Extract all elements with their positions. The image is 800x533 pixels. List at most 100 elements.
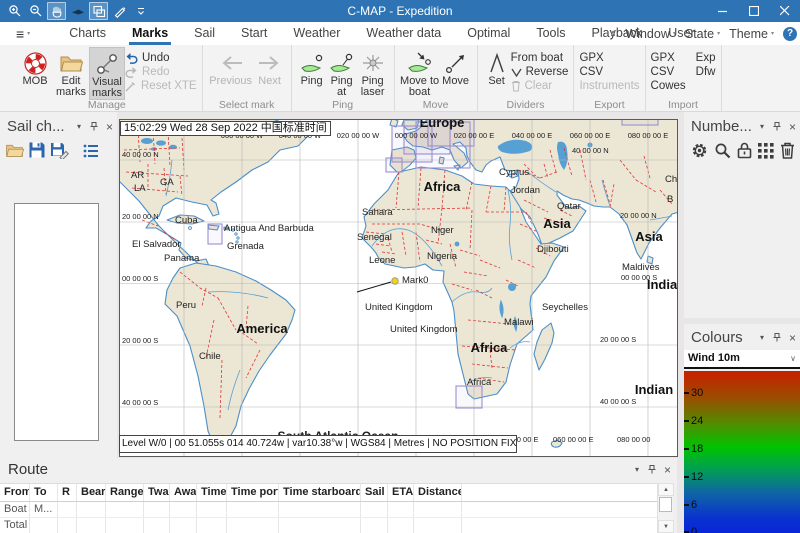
tab-marks[interactable]: Marks: [119, 22, 181, 45]
boat-icon[interactable]: [68, 2, 87, 20]
panel-close-icon[interactable]: ×: [106, 122, 113, 132]
tab-weather-data[interactable]: Weather data: [353, 22, 454, 45]
search-icon[interactable]: [714, 142, 731, 159]
route-column-header[interactable]: Sail: [361, 484, 388, 501]
collapse-ribbon-icon[interactable]: ∧: [610, 28, 617, 39]
tab-weather[interactable]: Weather: [280, 22, 353, 45]
zoom-out-icon[interactable]: [26, 2, 45, 20]
import-cowes-button[interactable]: Cowes: [651, 80, 686, 92]
sail-chart-list[interactable]: [14, 203, 99, 441]
pin-icon[interactable]: [89, 121, 98, 132]
help-icon[interactable]: ?: [783, 27, 797, 41]
import-dfw-button[interactable]: Dfw: [696, 66, 716, 78]
scroll-up-icon[interactable]: ▲: [658, 483, 674, 496]
clear-button[interactable]: Clear: [511, 80, 569, 92]
scroll-thumb[interactable]: [659, 497, 672, 512]
ping-at-button[interactable]: Ping at: [327, 47, 357, 98]
scroll-down-icon[interactable]: ▼: [658, 520, 674, 533]
route-cell: [279, 502, 361, 517]
panel-close-icon[interactable]: ×: [789, 122, 796, 132]
lock-icon[interactable]: [737, 142, 752, 159]
undo-button[interactable]: Undo: [125, 52, 197, 64]
pin-icon[interactable]: [772, 121, 781, 132]
app-menu-button[interactable]: ≡▾: [16, 26, 30, 42]
pin-icon[interactable]: [772, 332, 781, 343]
mob-button[interactable]: MOB: [17, 47, 53, 87]
route-column-header[interactable]: Time port: [227, 484, 279, 501]
trash-icon[interactable]: [780, 142, 795, 159]
window-menu[interactable]: Window▾: [625, 27, 675, 41]
route-column-header[interactable]: Time: [197, 484, 227, 501]
reverse-button[interactable]: Reverse: [511, 66, 569, 78]
maximize-button[interactable]: [738, 0, 769, 22]
visual-marks-button[interactable]: Visual marks: [89, 47, 125, 100]
state-menu[interactable]: State▾: [685, 27, 720, 41]
tab-start[interactable]: Start: [228, 22, 280, 45]
route-column-header[interactable]: Range: [106, 484, 144, 501]
map-label: AR: [131, 170, 144, 181]
route-column-header[interactable]: To: [30, 484, 58, 501]
redo-button[interactable]: Redo: [125, 66, 197, 78]
move-button[interactable]: Move: [440, 47, 472, 87]
reset-xte-button[interactable]: Reset XTE: [125, 80, 197, 92]
set-dividers-button[interactable]: Set: [483, 47, 511, 87]
save-icon[interactable]: [28, 141, 46, 159]
theme-menu[interactable]: Theme▾: [729, 27, 774, 41]
ping-button[interactable]: Ping: [297, 47, 327, 87]
chart-map[interactable]: 15:02:29 Wed 28 Sep 2022 中国标准时间 Level W/…: [119, 119, 678, 457]
panel-menu-icon[interactable]: ▾: [635, 465, 639, 475]
map-label: 40 00 00 N: [122, 150, 159, 159]
tab-sail[interactable]: Sail: [181, 22, 228, 45]
route-column-header[interactable]: From: [0, 484, 30, 501]
route-column-header[interactable]: ETA: [388, 484, 414, 501]
route-scrollbar[interactable]: ▲ ▼: [657, 483, 673, 533]
new-window-icon[interactable]: [89, 2, 108, 20]
tab-optimal[interactable]: Optimal: [454, 22, 523, 45]
route-column-header[interactable]: Twa: [144, 484, 170, 501]
panel-menu-icon[interactable]: ▾: [760, 122, 764, 132]
tab-tools[interactable]: Tools: [523, 22, 578, 45]
route-column-header[interactable]: Time starboard: [279, 484, 361, 501]
route-column-header[interactable]: Bear: [77, 484, 106, 501]
next-mark-button[interactable]: Next: [254, 47, 286, 87]
colour-layer-select[interactable]: Wind 10m∨: [684, 350, 800, 369]
ping-laser-button[interactable]: Ping laser: [357, 47, 389, 98]
panel-menu-icon[interactable]: ▾: [760, 333, 764, 343]
world-chart[interactable]: EuropeAfricaAsiaAsiaAmericaAfricaIndianI…: [120, 120, 677, 456]
panel-menu-icon[interactable]: ▾: [77, 122, 81, 132]
minimize-button[interactable]: [707, 0, 738, 22]
edit-marks-button[interactable]: Edit marks: [53, 47, 89, 98]
tab-charts[interactable]: Charts: [56, 22, 119, 45]
grid-layout-icon[interactable]: [758, 143, 774, 159]
close-button[interactable]: [769, 0, 800, 22]
route-column-header[interactable]: Awa: [170, 484, 197, 501]
pin-icon[interactable]: [647, 464, 656, 475]
from-boat-button[interactable]: From boat: [511, 52, 569, 64]
move-to-boat-button[interactable]: Move to boat: [400, 47, 440, 98]
route-cell: [414, 518, 462, 533]
import-exp-button[interactable]: Exp: [696, 52, 716, 64]
export-instruments-button[interactable]: Instruments: [579, 80, 639, 92]
pen-icon[interactable]: [110, 2, 129, 20]
list-icon[interactable]: [83, 143, 100, 158]
panel-close-icon[interactable]: ×: [789, 333, 796, 343]
import-csv-button[interactable]: CSV: [651, 66, 686, 78]
mark0-point[interactable]: [392, 278, 398, 284]
route-table-row[interactable]: Total: [0, 518, 657, 533]
colour-scale-tick: 6: [684, 498, 697, 512]
customize-toolbar-icon[interactable]: [131, 2, 150, 20]
zoom-in-icon[interactable]: [5, 2, 24, 20]
export-gpx-button[interactable]: GPX: [579, 52, 639, 64]
settings-gear-icon[interactable]: [691, 142, 708, 159]
previous-mark-button[interactable]: Previous: [208, 47, 254, 87]
panel-close-icon[interactable]: ×: [664, 465, 671, 475]
route-table-row[interactable]: BoatM...: [0, 502, 657, 518]
open-sail-icon[interactable]: [5, 142, 24, 158]
route-column-header[interactable]: Distance: [414, 484, 462, 501]
import-gpx-button[interactable]: GPX: [651, 52, 686, 64]
colours-panel-title: Colours: [691, 329, 743, 346]
pan-hand-icon[interactable]: [47, 2, 66, 20]
export-csv-button[interactable]: CSV: [579, 66, 639, 78]
route-column-header[interactable]: R: [58, 484, 77, 501]
save-as-icon[interactable]: [50, 141, 69, 159]
